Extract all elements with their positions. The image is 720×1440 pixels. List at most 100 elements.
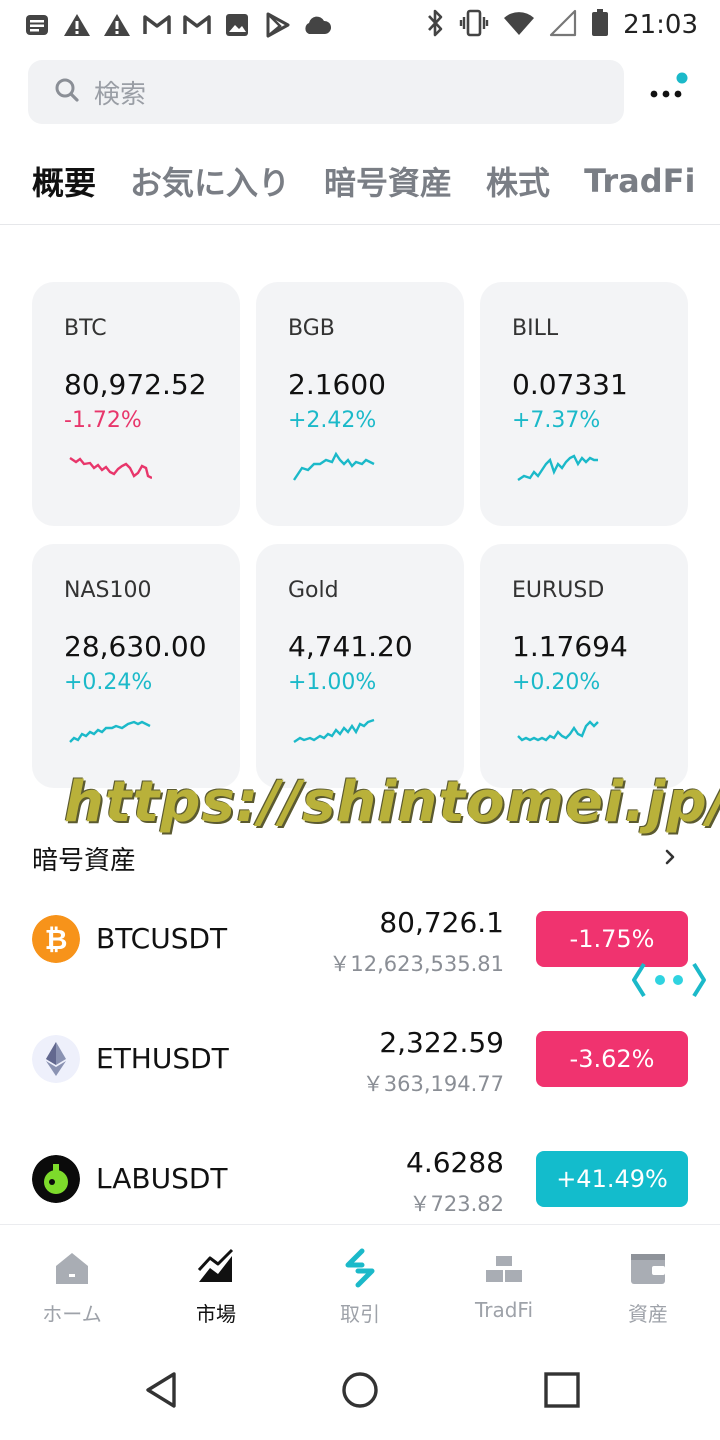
tab-overview[interactable]: 概要	[32, 158, 96, 204]
pair-jpy-price: ￥12,623,535.81	[329, 952, 504, 976]
wallet-icon	[631, 1254, 665, 1284]
system-navigation-bar	[0, 1340, 720, 1440]
section-title: 暗号資産	[32, 846, 137, 876]
nav-market[interactable]: 市場	[144, 1248, 288, 1327]
card-symbol: BILL	[512, 316, 559, 341]
watermark-text: https://shintomei.jp/	[64, 770, 720, 835]
card-price: 2.1600	[288, 368, 386, 401]
list-item[interactable]: ₿ BTCUSDT 80,726.1 ￥12,623,535.81 -1.75%	[0, 884, 720, 994]
notification-icon	[22, 10, 52, 40]
pair-price: 2,322.59	[379, 1026, 504, 1059]
image-icon	[222, 10, 252, 40]
sparkline-chart	[69, 720, 151, 743]
market-card-eurusd[interactable]: EURUSD 1.17694 +0.20%	[480, 544, 688, 788]
pair-name: ETHUSDT	[96, 1042, 229, 1075]
pair-name: BTCUSDT	[96, 922, 228, 955]
tab-tradfi[interactable]: TradFi	[584, 162, 695, 200]
tab-stocks[interactable]: 株式	[486, 158, 550, 204]
nav-label: TradFi	[474, 1298, 534, 1322]
market-card-gold[interactable]: Gold 4,741.20 +1.00%	[256, 544, 464, 788]
change-badge[interactable]: +41.49%	[536, 1151, 688, 1207]
wifi-icon	[503, 10, 535, 40]
card-change: +7.37%	[512, 408, 601, 433]
change-badge[interactable]: -1.75%	[536, 911, 688, 967]
vibrate-icon	[459, 9, 489, 41]
tradfi-icon	[486, 1256, 522, 1282]
chevron-right-icon	[665, 849, 675, 865]
play-icon	[262, 10, 292, 40]
home-button[interactable]	[340, 1370, 380, 1410]
category-tabs: 概要 お気に入り 暗号資産 株式 TradFi	[32, 156, 695, 206]
card-change: +1.00%	[288, 670, 377, 695]
search-placeholder: 検索	[94, 79, 147, 110]
nav-label: 取引	[340, 1302, 380, 1326]
battery-icon	[591, 9, 609, 41]
market-card-nas100[interactable]: NAS100 28,630.00 +0.24%	[32, 544, 240, 788]
market-icon	[197, 1248, 234, 1282]
assistant-icon	[632, 962, 706, 998]
market-card-btc[interactable]: BTC 80,972.52 -1.72%	[32, 282, 240, 526]
signal-icon	[549, 9, 577, 41]
card-change: +0.24%	[64, 670, 153, 695]
list-item[interactable]: ETHUSDT 2,322.59 ￥363,194.77 -3.62%	[0, 1004, 720, 1114]
card-symbol: EURUSD	[512, 578, 605, 603]
card-symbol: BGB	[288, 316, 335, 341]
back-icon	[146, 1372, 176, 1408]
sparkline-chart	[293, 451, 375, 481]
sparkline-chart	[293, 718, 375, 743]
search-input[interactable]: 検索	[28, 60, 624, 124]
tab-crypto[interactable]: 暗号資産	[324, 158, 452, 204]
card-price: 1.17694	[512, 630, 628, 663]
card-price: 4,741.20	[288, 630, 413, 663]
svg-text:₿: ₿	[45, 923, 68, 956]
card-change: +0.20%	[512, 670, 601, 695]
market-card-bill[interactable]: BILL 0.07331 +7.37%	[480, 282, 688, 526]
pair-jpy-price: ￥363,194.77	[362, 1072, 504, 1096]
bitcoin-icon: ₿	[32, 915, 80, 963]
card-change: +2.42%	[288, 408, 377, 433]
warning-icon	[102, 10, 132, 40]
card-price: 80,972.52	[64, 368, 207, 401]
nav-label: 市場	[196, 1302, 236, 1326]
card-price: 0.07331	[512, 368, 628, 401]
search-icon	[54, 77, 80, 107]
pair-jpy-price: ￥723.82	[409, 1192, 504, 1216]
nav-assets[interactable]: 資産	[576, 1248, 720, 1327]
gmail-icon	[142, 10, 172, 40]
ethereum-icon	[32, 1035, 80, 1083]
tab-favorites[interactable]: お気に入り	[130, 158, 290, 204]
sparkline-chart	[517, 454, 598, 481]
recents-button[interactable]	[542, 1370, 582, 1410]
change-badge[interactable]: -3.62%	[536, 1031, 688, 1087]
cloud-icon	[302, 10, 332, 40]
status-left-icons	[22, 8, 332, 42]
tabs-divider	[0, 224, 720, 225]
nav-home[interactable]: ホーム	[0, 1248, 144, 1327]
card-symbol: NAS100	[64, 578, 152, 603]
trade-icon	[345, 1248, 375, 1288]
circle-home-icon	[342, 1372, 378, 1408]
card-symbol: BTC	[64, 316, 107, 341]
section-more-button[interactable]	[662, 842, 682, 872]
sparkline-chart	[517, 720, 599, 742]
square-recents-icon	[544, 1372, 580, 1408]
gmail-icon	[182, 10, 212, 40]
more-menu-button[interactable]	[646, 72, 702, 112]
list-item[interactable]: LABUSDT 4.6288 ￥723.82 +41.49%	[0, 1124, 720, 1234]
status-time: 21:03	[623, 10, 698, 40]
card-symbol: Gold	[288, 578, 339, 603]
card-price: 28,630.00	[64, 630, 207, 663]
more-icon	[650, 72, 688, 98]
nav-tradfi[interactable]: TradFi	[432, 1248, 576, 1322]
floating-assistant-button[interactable]	[630, 960, 708, 1000]
market-card-bgb[interactable]: BGB 2.1600 +2.42%	[256, 282, 464, 526]
pair-price: 4.6288	[406, 1146, 504, 1179]
back-button[interactable]	[142, 1370, 182, 1410]
nav-trade[interactable]: 取引	[288, 1248, 432, 1327]
lab-icon	[32, 1155, 80, 1203]
nav-label: ホーム	[42, 1302, 102, 1326]
nav-label: 資産	[628, 1302, 668, 1326]
pair-price: 80,726.1	[379, 906, 504, 939]
bottom-nav-border	[0, 1224, 720, 1225]
pair-name: LABUSDT	[96, 1162, 228, 1195]
